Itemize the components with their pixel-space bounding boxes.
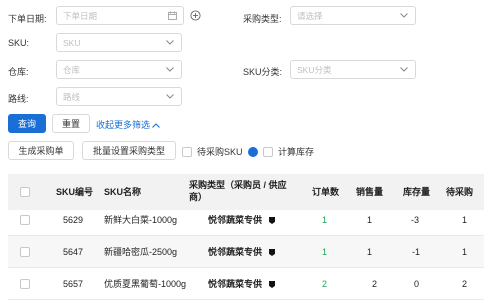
checkbox-box[interactable] xyxy=(182,146,192,157)
row-checkbox[interactable] xyxy=(20,279,30,291)
info-icon[interactable] xyxy=(247,146,258,157)
supplier-name: 悦邻蔬菜专供 xyxy=(208,247,263,257)
header-sales: 销售量 xyxy=(356,187,384,197)
order-date-input[interactable]: 下单日期 xyxy=(56,6,184,25)
cell-pending: 1 xyxy=(462,247,468,257)
header-stock: 库存量 xyxy=(403,187,431,197)
checkbox-box[interactable] xyxy=(263,146,273,157)
order-date-placeholder: 下单日期 xyxy=(63,10,98,21)
cell-order-count[interactable]: 1 xyxy=(322,246,327,258)
cell-stock: -3 xyxy=(411,215,420,225)
purchase-type-placeholder: 请选择 xyxy=(297,10,323,21)
sku-category-label: SKU分类: xyxy=(243,67,283,77)
warehouse-placeholder: 仓库 xyxy=(63,64,81,75)
table-row[interactable]: 5657 优质夏黑葡萄-1000g 悦邻蔬菜专供 2 2 0 2 xyxy=(8,268,484,300)
header-purchase-type: 采购类型（采购员 / 供应商） xyxy=(189,180,287,202)
cell-sales: 1 xyxy=(367,215,373,225)
row-checkbox[interactable] xyxy=(20,247,30,259)
flag-icon[interactable] xyxy=(269,217,276,224)
cell-sku-no: 5629 xyxy=(63,215,84,225)
chevron-down-icon xyxy=(165,65,175,75)
cell-order-count[interactable]: 1 xyxy=(322,214,327,226)
query-button[interactable]: 查询 xyxy=(8,114,46,133)
chevron-down-icon xyxy=(165,38,175,48)
chevron-down-icon xyxy=(399,11,409,21)
generate-po-button[interactable]: 生成采购单 xyxy=(8,141,74,160)
header-sku-no: SKU编号 xyxy=(56,187,94,197)
supplier-name: 悦邻蔬菜专供 xyxy=(208,279,263,289)
add-date-icon[interactable] xyxy=(190,10,201,23)
collapse-filters-link[interactable]: 收起更多筛选 xyxy=(96,118,160,131)
cell-pending: 2 xyxy=(462,279,468,289)
warehouse-select[interactable]: 仓库 xyxy=(56,60,182,79)
cell-pending: 1 xyxy=(462,215,468,225)
sku-category-placeholder: SKU分类 xyxy=(297,64,332,75)
header-sku-name: SKU名称 xyxy=(104,187,142,197)
calendar-icon xyxy=(167,11,177,21)
collapse-filters-label: 收起更多筛选 xyxy=(96,120,151,130)
table-row[interactable]: 5647 新疆哈密瓜-2500g 悦邻蔬菜专供 1 1 -1 1 xyxy=(8,236,484,268)
cell-sku-no: 5647 xyxy=(63,247,84,257)
sku-label: SKU: xyxy=(8,38,30,48)
cell-sku-name: 新鲜大白菜-1000g xyxy=(104,215,178,225)
supplier-name: 悦邻蔬菜专供 xyxy=(208,215,263,225)
route-placeholder: 路线 xyxy=(63,91,81,102)
flag-icon[interactable] xyxy=(269,249,276,256)
flag-icon[interactable] xyxy=(269,281,276,288)
select-all-checkbox[interactable] xyxy=(20,187,30,199)
row-checkbox[interactable] xyxy=(20,215,30,227)
cell-sku-no: 5657 xyxy=(63,279,84,289)
cell-stock: -1 xyxy=(412,247,421,257)
chevron-down-icon xyxy=(399,65,409,75)
pending-sku-label: 待采购SKU xyxy=(197,147,243,157)
route-label: 路线: xyxy=(8,94,29,104)
order-date-label: 下单日期: xyxy=(8,14,47,24)
cell-order-count[interactable]: 2 xyxy=(322,278,327,290)
cell-sku-name: 新疆哈密瓜-2500g xyxy=(104,247,178,257)
cell-stock: 0 xyxy=(414,279,420,289)
chevron-up-icon xyxy=(152,120,160,130)
cell-supplier: 悦邻蔬菜专供 xyxy=(208,214,276,226)
cell-sales: 1 xyxy=(367,247,373,257)
sku-select[interactable]: SKU xyxy=(56,33,182,52)
header-order-count: 订单数 xyxy=(312,187,340,197)
batch-set-type-button[interactable]: 批量设置采购类型 xyxy=(82,141,176,160)
route-select[interactable]: 路线 xyxy=(56,87,182,106)
purchase-type-select[interactable]: 请选择 xyxy=(290,6,416,25)
chevron-down-icon xyxy=(165,92,175,102)
warehouse-label: 仓库: xyxy=(8,67,29,77)
pending-sku-checkbox[interactable]: 待采购SKU xyxy=(182,145,258,158)
cell-supplier: 悦邻蔬菜专供 xyxy=(208,278,276,290)
calc-stock-checkbox[interactable]: 计算库存 xyxy=(263,145,314,158)
calc-stock-label: 计算库存 xyxy=(278,147,315,157)
cell-sales: 2 xyxy=(372,279,378,289)
purchase-type-label: 采购类型: xyxy=(243,14,282,24)
sku-placeholder: SKU xyxy=(63,37,81,48)
header-pending: 待采购 xyxy=(446,187,474,197)
reset-button[interactable]: 重置 xyxy=(52,114,90,133)
cell-supplier: 悦邻蔬菜专供 xyxy=(208,246,276,258)
table-row[interactable]: 5629 新鲜大白菜-1000g 悦邻蔬菜专供 1 1 -3 1 xyxy=(8,204,484,236)
sku-category-select[interactable]: SKU分类 xyxy=(290,60,416,79)
cell-sku-name: 优质夏黑葡萄-1000g xyxy=(104,279,187,289)
